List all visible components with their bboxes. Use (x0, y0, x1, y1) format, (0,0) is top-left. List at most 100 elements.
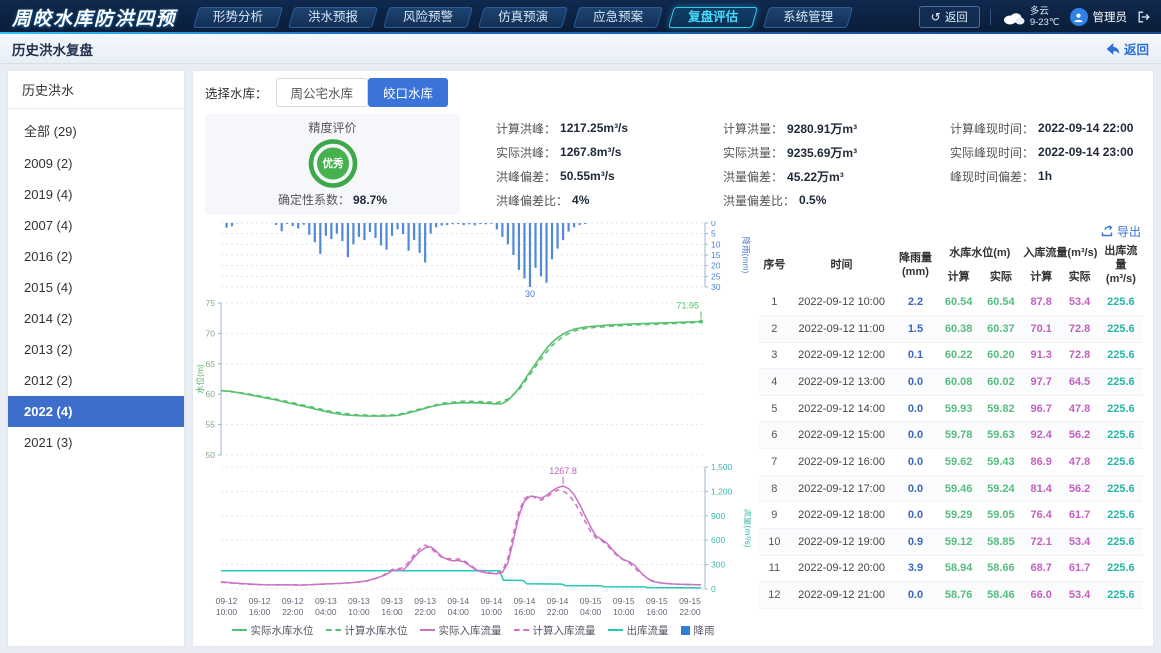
svg-text:降雨(mm): 降雨(mm) (741, 237, 751, 274)
content: 历史洪水 全部 (29)2009 (2)2019 (4)2007 (4)2016… (0, 64, 1161, 653)
page-header: 历史洪水复盘 返回 (0, 34, 1161, 64)
table-cell: 0.0 (893, 422, 937, 449)
nav-item[interactable]: 风险预警 (386, 7, 470, 28)
year-list-item[interactable]: 2022 (4) (8, 396, 184, 427)
legend-item[interactable]: 实际入库流量 (420, 623, 502, 638)
table-cell: 2022-09-12 20:00 (790, 555, 894, 582)
table-cell: 59.29 (938, 502, 980, 529)
main-nav: 形势分析洪水预报风险预警仿真预演应急预案复盘评估系统管理 (196, 7, 919, 28)
legend-item[interactable]: 实际水库水位 (232, 623, 314, 638)
table-cell: 58.94 (938, 555, 980, 582)
table-cell: 72.8 (1060, 315, 1098, 342)
table-cell: 6 (759, 422, 790, 449)
x-tick-label: 09-1410:00 (480, 596, 502, 617)
table-cell: 53.4 (1060, 289, 1098, 315)
metrics-volume-column: 计算洪量：9280.91万m³实际洪量：9235.69万m³洪量偏差：45.22… (697, 114, 914, 215)
export-button[interactable]: 导出 (1101, 222, 1141, 240)
nav-item[interactable]: 形势分析 (196, 7, 280, 28)
table-cell: 97.7 (1022, 369, 1060, 396)
x-tick-label: 09-1516:00 (646, 596, 668, 617)
table-cell: 60.08 (938, 369, 980, 396)
accuracy-card: 精度评价 优秀 确定性系数：98.7% (205, 114, 460, 215)
table-cell: 2022-09-12 11:00 (790, 315, 894, 342)
table-row: 72022-09-12 16:000.059.6259.4386.947.822… (759, 449, 1143, 476)
svg-text:70: 70 (206, 328, 216, 338)
table-cell: 60.20 (980, 342, 1022, 369)
nav-item[interactable]: 系统管理 (766, 7, 850, 28)
back-button[interactable]: 返回 (1105, 39, 1149, 58)
export-icon (1101, 225, 1113, 237)
reservoir-select-label: 选择水库： (205, 83, 268, 102)
table-cell: 59.24 (980, 475, 1022, 502)
user-menu[interactable]: 管理员 (1070, 8, 1128, 26)
table-cell: 225.6 (1099, 342, 1143, 369)
col-level-group: 水库水位(m) (938, 242, 1022, 266)
table-row: 122022-09-12 21:000.058.7658.4666.053.42… (759, 582, 1143, 609)
nav-back-label: 返回 (945, 9, 968, 25)
year-list-item[interactable]: 2019 (4) (8, 179, 184, 210)
bottom-row: 051015202530降雨(mm)30 505560657075水位(m)71… (193, 221, 1153, 646)
metrics-time-column: 计算峰现时间：2022-09-14 22:00实际峰现时间：2022-09-14… (924, 114, 1141, 215)
nav-item[interactable]: 复盘评估 (671, 7, 755, 28)
reservoir-option[interactable]: 周公宅水库 (276, 78, 369, 107)
legend-item[interactable]: 出库流量 (608, 623, 669, 638)
table-cell: 60.54 (980, 289, 1022, 315)
svg-text:60: 60 (206, 389, 216, 399)
nav-item[interactable]: 仿真预演 (481, 7, 565, 28)
table-cell: 7 (759, 449, 790, 476)
svg-text:1,500: 1,500 (711, 463, 733, 472)
col-outflow: 出库流量 (m³/s) (1099, 242, 1143, 289)
rainfall-chart: 051015202530降雨(mm)30 (195, 221, 751, 299)
table-cell: 0.0 (893, 502, 937, 529)
year-list-item[interactable]: 2015 (4) (8, 272, 184, 303)
metric: 实际洪峰：1267.8m³/s (496, 140, 687, 164)
col-rain: 降雨量 (mm) (893, 242, 937, 289)
legend-item[interactable]: 降雨 (681, 623, 715, 638)
year-list-item[interactable]: 全部 (29) (8, 113, 184, 148)
legend-item[interactable]: 计算入库流量 (514, 623, 596, 638)
table-cell: 0.0 (893, 369, 937, 396)
logout-icon[interactable] (1137, 10, 1151, 24)
table-cell: 225.6 (1099, 449, 1143, 476)
certainty-coefficient: 确定性系数：98.7% (278, 191, 387, 208)
svg-text:0: 0 (711, 584, 716, 594)
nav-item[interactable]: 洪水预报 (291, 7, 375, 28)
year-list-item[interactable]: 2013 (2) (8, 334, 184, 365)
year-list-item[interactable]: 2016 (2) (8, 241, 184, 272)
svg-text:25: 25 (711, 271, 721, 281)
year-list-item[interactable]: 2014 (2) (8, 303, 184, 334)
table-cell: 61.7 (1060, 502, 1098, 529)
table-cell: 2.2 (893, 289, 937, 315)
reservoir-row: 选择水库： 周公宅水库皎口水库 (193, 71, 1153, 111)
table-cell: 72.1 (1022, 529, 1060, 556)
table-cell: 225.6 (1099, 555, 1143, 582)
table-cell: 70.1 (1022, 315, 1060, 342)
x-tick-label: 09-1310:00 (348, 596, 370, 617)
reservoir-option[interactable]: 皎口水库 (368, 78, 448, 107)
sidebar: 历史洪水 全部 (29)2009 (2)2019 (4)2007 (4)2016… (7, 70, 185, 647)
stats-row: 精度评价 优秀 确定性系数：98.7% 计算洪峰：1217.25m³/s实际洪峰… (193, 111, 1153, 221)
table-cell: 225.6 (1099, 529, 1143, 556)
table-cell: 2022-09-12 10:00 (790, 289, 894, 315)
legend-swatch (326, 629, 341, 631)
nav-item[interactable]: 应急预案 (576, 7, 660, 28)
year-list-item[interactable]: 2012 (2) (8, 365, 184, 396)
svg-text:55: 55 (206, 420, 216, 430)
table-cell: 61.7 (1060, 555, 1098, 582)
col-inflow-calc: 计算 (1022, 266, 1060, 290)
legend-item[interactable]: 计算水库水位 (326, 623, 408, 638)
year-list-item[interactable]: 2007 (4) (8, 210, 184, 241)
table-cell: 1 (759, 289, 790, 315)
table-body: 12022-09-12 10:002.260.5460.5487.853.422… (759, 289, 1143, 608)
nav-back-button[interactable]: ↺ 返回 (919, 6, 980, 28)
col-index: 序号 (759, 242, 790, 289)
flow-chart: 03006009001,2001,500流量(m³/s)1267.8 (195, 463, 751, 595)
metric: 实际洪量：9235.69万m³ (723, 140, 914, 164)
table-cell: 81.4 (1022, 475, 1060, 502)
year-list-item[interactable]: 2009 (2) (8, 148, 184, 179)
svg-text:20: 20 (711, 261, 721, 271)
year-list-item[interactable]: 2021 (3) (8, 427, 184, 458)
accuracy-title: 精度评价 (308, 119, 356, 136)
table-cell: 2022-09-12 17:00 (790, 475, 894, 502)
table-cell: 2022-09-12 15:00 (790, 422, 894, 449)
